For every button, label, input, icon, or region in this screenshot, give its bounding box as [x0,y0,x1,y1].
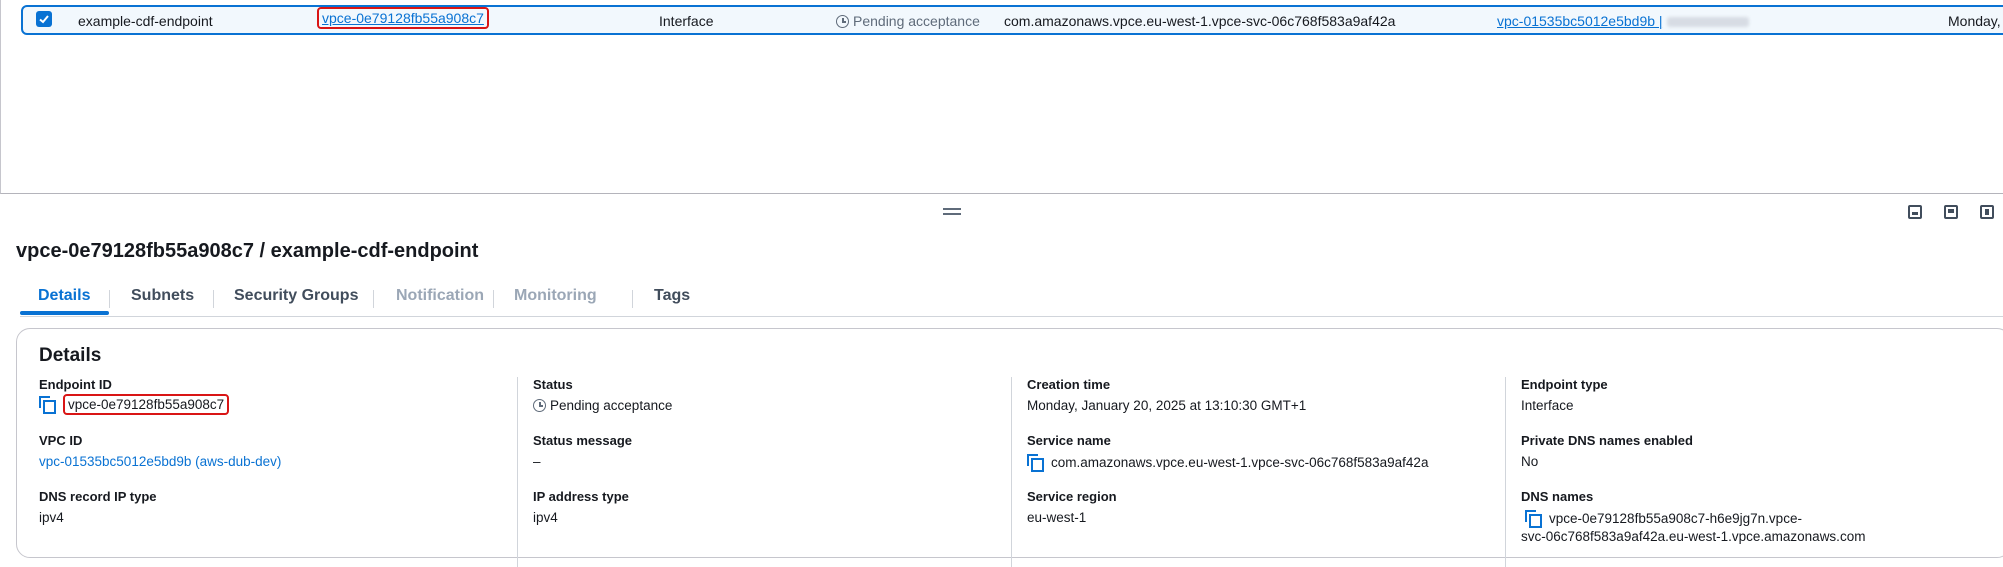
dns-names-label: DNS names [1521,489,1594,504]
endpoint-id-text: vpce-0e79128fb55a908c7 [63,394,230,415]
page-title: vpce-0e79128fb55a908c7 / example-cdf-end… [16,240,479,262]
copy-icon[interactable] [39,396,56,414]
active-tab-indicator [20,311,109,315]
copy-icon[interactable] [1525,510,1542,528]
detail-tabs: Details Subnets Security Groups Notifica… [20,282,2003,317]
dns-names-value: vpce-0e79128fb55a908c7-h6e9jg7n.vpce- sv… [1521,510,1865,546]
field-dns-record-ip-type: DNS record IP type ipv4 [39,489,157,525]
ip-address-type-value: ipv4 [533,510,558,525]
tab-security-groups[interactable]: Security Groups [234,287,358,305]
dns-name-line-2: svc-06c768f583a9af42a.eu-west-1.vpce.ama… [1521,529,1866,544]
clock-icon [836,15,849,28]
column-divider [1505,377,1506,567]
row-status-text: Pending acceptance [853,13,980,29]
details-heading: Details [39,345,102,366]
endpoints-table: example-cdf-endpoint vpce-0e79128fb55a90… [0,0,2003,194]
column-divider [1011,377,1012,567]
redacted-text [1666,17,1749,28]
service-region-label: Service region [1027,489,1117,504]
tab-separator [373,290,374,308]
dns-record-ip-type-value: ipv4 [39,510,64,525]
service-region-value: eu-west-1 [1027,510,1087,525]
service-name-text: com.amazonaws.vpce.eu-west-1.vpce-svc-06… [1051,455,1429,470]
status-message-value: – [533,454,541,469]
tab-tags[interactable]: Tags [654,287,690,305]
field-status: Status Pending acceptance [533,377,672,413]
creation-time-label: Creation time [1027,377,1111,392]
row-status: Pending acceptance [836,13,980,29]
row-vpc-id: vpc-01535bc5012e5bd9b | [1497,13,1749,29]
details-container: Details Endpoint ID vpce-0e79128fb55a908… [16,328,2003,567]
row-endpoint-id-link[interactable]: vpce-0e79128fb55a908c7 [322,10,484,26]
row-service-name: com.amazonaws.vpce.eu-west-1.vpce-svc-06… [1004,13,1396,29]
checkmark-icon [39,15,49,24]
field-dns-names: DNS names vpce-0e79128fb55a908c7-h6e9jg7… [1521,489,1865,546]
field-private-dns: Private DNS names enabled No [1521,433,1693,469]
row-endpoint-id-highlight: vpce-0e79128fb55a908c7 [317,7,489,29]
endpoint-id-value: vpce-0e79128fb55a908c7 [39,394,230,415]
endpoint-type-value: Interface [1521,398,1574,413]
status-value: Pending acceptance [533,398,672,413]
endpoint-type-label: Endpoint type [1521,377,1608,392]
row-vpc-id-link[interactable]: vpc-01535bc5012e5bd9b | [1497,13,1663,29]
tab-separator [109,290,110,308]
field-creation-time: Creation time Monday, January 20, 2025 a… [1027,377,1306,413]
panel-bottom-icon[interactable] [1908,205,1922,219]
tab-separator [632,290,633,308]
dns-name-line-1: vpce-0e79128fb55a908c7-h6e9jg7n.vpce- [1549,511,1802,526]
ip-address-type-label: IP address type [533,489,629,504]
table-row-selected[interactable]: example-cdf-endpoint vpce-0e79128fb55a90… [21,5,2003,35]
status-label: Status [533,377,573,392]
private-dns-label: Private DNS names enabled [1521,433,1693,448]
tab-subnets[interactable]: Subnets [131,287,194,305]
copy-icon[interactable] [1027,454,1044,472]
tab-monitoring: Monitoring [514,287,597,304]
tab-separator [213,290,214,308]
panel-full-icon[interactable] [1980,205,1994,219]
field-vpc-id: VPC ID vpc-01535bc5012e5bd9b (aws-dub-de… [39,433,281,469]
dns-record-ip-type-label: DNS record IP type [39,489,157,504]
tab-notification: Notification [396,287,484,304]
field-service-name: Service name com.amazonaws.vpce.eu-west-… [1027,433,1429,472]
split-drag-handle[interactable] [943,208,961,215]
creation-time-value: Monday, January 20, 2025 at 13:10:30 GMT… [1027,398,1307,413]
tab-details[interactable]: Details [38,287,90,305]
service-name-value: com.amazonaws.vpce.eu-west-1.vpce-svc-06… [1027,454,1429,472]
vpc-id-label: VPC ID [39,433,83,448]
tab-separator [493,290,494,308]
row-creation-time: Monday, [1948,13,2001,29]
service-name-label: Service name [1027,433,1111,448]
row-endpoint-type: Interface [659,13,714,29]
row-checkbox[interactable] [36,11,52,27]
endpoint-id-label: Endpoint ID [39,377,112,392]
field-endpoint-id: Endpoint ID vpce-0e79128fb55a908c7 [39,377,230,415]
field-ip-address-type: IP address type ipv4 [533,489,629,525]
clock-icon [533,399,546,412]
row-name: example-cdf-endpoint [78,13,213,29]
status-text: Pending acceptance [550,398,673,413]
field-endpoint-type: Endpoint type Interface [1521,377,1608,413]
private-dns-value: No [1521,454,1539,469]
field-service-region: Service region eu-west-1 [1027,489,1117,525]
field-status-message: Status message – [533,433,632,469]
status-message-label: Status message [533,433,632,448]
vpc-id-link[interactable]: vpc-01535bc5012e5bd9b (aws-dub-dev) [39,454,281,469]
column-divider [517,377,518,567]
panel-side-icon[interactable] [1944,205,1958,219]
